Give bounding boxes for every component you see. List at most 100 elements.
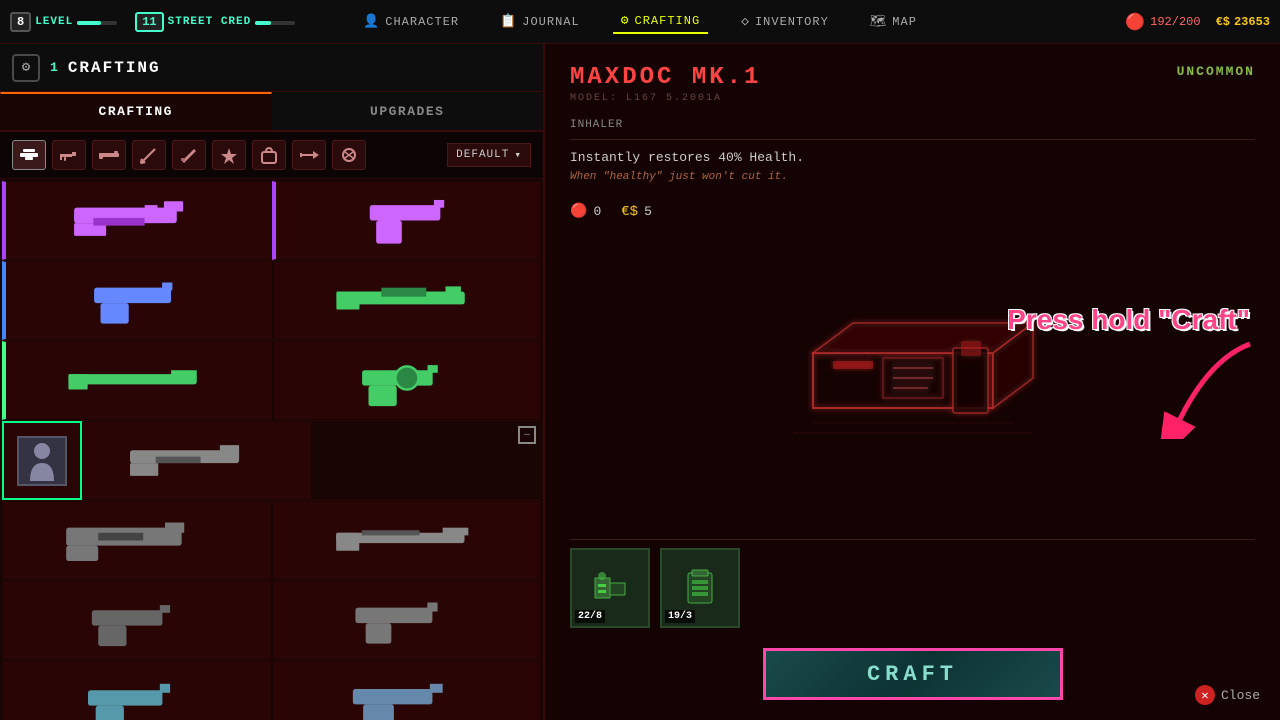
grid-cell-3-1[interactable] xyxy=(2,341,273,420)
weight-value: 0 xyxy=(593,204,601,219)
level-label: LEVEL xyxy=(35,16,73,28)
stat-price: €$ 5 xyxy=(621,203,652,220)
top-bar-left: 8 LEVEL 11 STREET CRED xyxy=(10,12,295,32)
tab-crafting[interactable]: CRAFTING xyxy=(0,92,272,130)
character-item-icon xyxy=(17,436,67,486)
weight-icon: 🔴 xyxy=(570,203,587,220)
tab-bar: CRAFTING UPGRADES xyxy=(0,92,543,132)
money-stat-icon: €$ xyxy=(621,204,638,220)
item-flavor-text: When "healthy" just won't cut it. xyxy=(570,171,1255,183)
journal-icon: 📋 xyxy=(500,14,517,29)
revolver-green-icon xyxy=(274,342,540,419)
grid-cell-1-2[interactable] xyxy=(272,181,542,260)
main-content: ⚙ 1 CRAFTING CRAFTING UPGRADES xyxy=(0,44,1280,720)
character-icon: 👤 xyxy=(363,14,380,29)
grid-row-2 xyxy=(2,261,541,341)
level-bar-fill xyxy=(77,21,101,25)
pistol5-teal-icon xyxy=(273,662,541,720)
grid-cell-4-1[interactable] xyxy=(82,421,312,500)
level-badge: 8 LEVEL xyxy=(10,12,117,32)
arrow-filter-icon xyxy=(299,146,319,164)
filter-special-btn[interactable] xyxy=(212,140,246,170)
grid-cell-6-2[interactable] xyxy=(272,581,542,660)
annotation-overlay: Press hold "Craft" xyxy=(1007,304,1250,336)
nav-character-label: CHARACTER xyxy=(385,15,459,29)
nav-inventory[interactable]: ◇ INVENTORY xyxy=(733,10,837,33)
filter-dropdown-label: DEFAULT xyxy=(456,149,509,161)
level-number: 8 xyxy=(10,12,31,32)
grid-cell-2-1[interactable] xyxy=(2,261,273,340)
nav-map-label: MAP xyxy=(892,15,917,29)
req-item-2: 19/3 xyxy=(660,548,740,628)
nav-inventory-label: INVENTORY xyxy=(755,15,829,29)
tab-crafting-label: CRAFTING xyxy=(99,104,173,119)
pistol3-gray-icon xyxy=(273,582,541,659)
filter-pistol-btn[interactable] xyxy=(52,140,86,170)
right-panel: MAXDOC MK.1 MODEL: L167 5.2001A UNCOMMON… xyxy=(545,44,1280,720)
item-model: MODEL: L167 5.2001A xyxy=(570,93,1255,104)
filter-dropdown[interactable]: DEFAULT ▾ xyxy=(447,143,531,167)
filter-knife-btn[interactable] xyxy=(172,140,206,170)
nav-character[interactable]: 👤 CHARACTER xyxy=(355,10,467,33)
tab-upgrades-label: UPGRADES xyxy=(370,104,444,119)
rifle-filter-icon xyxy=(98,148,120,162)
grid-cell-4-0[interactable] xyxy=(2,421,82,500)
item-name: MAXDOC MK.1 xyxy=(570,64,1255,91)
grid-row-1 xyxy=(2,181,541,261)
crafting-nav-icon: ⚙ xyxy=(621,13,630,28)
nav-journal[interactable]: 📋 JOURNAL xyxy=(492,10,588,33)
street-cred-bar xyxy=(255,21,295,25)
filter-arrow-btn[interactable] xyxy=(292,140,326,170)
grid-cell-1-1[interactable] xyxy=(2,181,272,260)
nav-journal-label: JOURNAL xyxy=(522,15,579,29)
item-type: Inhaler xyxy=(570,119,1255,140)
grid-row-7 xyxy=(2,661,541,720)
grid-row-6 xyxy=(2,581,541,661)
stat-weight: 🔴 0 xyxy=(570,203,601,220)
tab-upgrades[interactable]: UPGRADES xyxy=(272,92,544,130)
grid-cell-5-1[interactable] xyxy=(2,501,272,580)
item-stats: 🔴 0 €$ 5 xyxy=(570,203,1255,220)
item-rarity-badge: UNCOMMON xyxy=(1177,64,1255,79)
filter-sword-btn[interactable] xyxy=(132,140,166,170)
filter-rifle-btn[interactable] xyxy=(92,140,126,170)
separator xyxy=(570,539,1255,540)
grid-cell-7-2[interactable] xyxy=(272,661,542,720)
grid-cell-3-2[interactable] xyxy=(273,341,541,420)
grid-cell-7-1[interactable] xyxy=(2,661,272,720)
grid-cell-5-2[interactable] xyxy=(272,501,542,580)
top-bar: 8 LEVEL 11 STREET CRED 👤 CHARACTER 📋 JOU… xyxy=(0,0,1280,44)
top-bar-right: 🔴 192/200 €$ 23653 xyxy=(1125,12,1270,32)
grid-cell-4-2[interactable]: — xyxy=(312,421,542,500)
money-display: €$ 23653 xyxy=(1216,15,1270,29)
money-value: 23653 xyxy=(1234,15,1270,29)
health-icon: 🔴 xyxy=(1125,12,1145,32)
grid-cell-6-1[interactable] xyxy=(2,581,272,660)
street-cred-label: STREET CRED xyxy=(168,16,252,28)
smg-purple-icon xyxy=(6,182,271,259)
dropdown-arrow-icon: ▾ xyxy=(514,148,522,162)
special-filter-icon xyxy=(219,146,239,164)
req-count-2: 19/3 xyxy=(665,610,695,623)
smg2-gray-icon xyxy=(3,502,271,579)
street-cred-bar-fill xyxy=(255,21,271,25)
item-grid[interactable]: — xyxy=(0,179,543,720)
inventory-icon: ◇ xyxy=(741,14,750,29)
component2-icon xyxy=(680,568,720,608)
price-value: 5 xyxy=(644,204,652,219)
level-bar xyxy=(77,21,117,25)
grid-cell-2-2[interactable] xyxy=(273,261,541,340)
close-label: Close xyxy=(1221,688,1260,703)
nav-map[interactable]: 🗺 MAP xyxy=(862,10,925,33)
filter-bag-btn[interactable] xyxy=(252,140,286,170)
component1-icon xyxy=(590,568,630,608)
currency-icon: €$ xyxy=(1216,15,1230,29)
annotation-arrow-icon xyxy=(1130,339,1270,439)
close-button[interactable]: ✕ Close xyxy=(1195,685,1260,705)
pistol-purple-icon xyxy=(276,182,541,259)
filter-other-btn[interactable] xyxy=(332,140,366,170)
craft-button[interactable]: CRAFT xyxy=(763,648,1063,700)
filter-all-btn[interactable] xyxy=(12,140,46,170)
nav-crafting[interactable]: ⚙ CRAFTING xyxy=(613,9,708,34)
left-panel: ⚙ 1 CRAFTING CRAFTING UPGRADES xyxy=(0,44,545,720)
